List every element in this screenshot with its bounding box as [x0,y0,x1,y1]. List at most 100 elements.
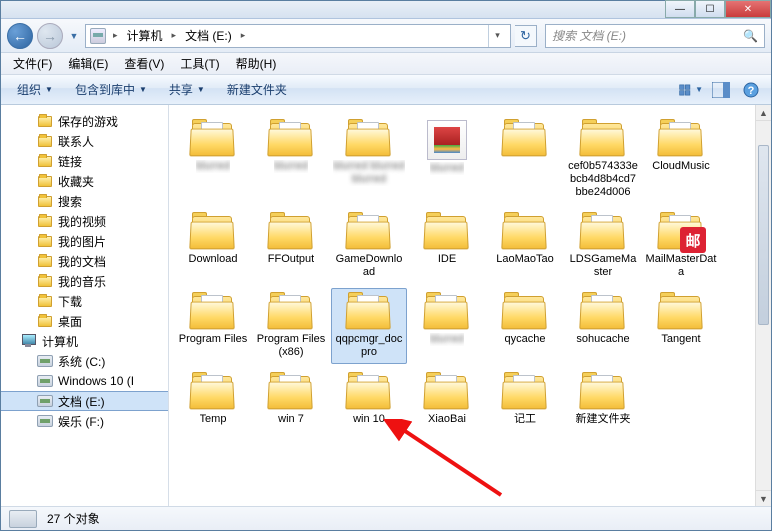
menubar: 文件(F) 编辑(E) 查看(V) 工具(T) 帮助(H) [1,53,771,75]
sidebar-item[interactable]: 我的图片 [1,231,168,251]
item-label: blurred [196,160,230,173]
breadcrumb-computer[interactable]: 计算机 [125,27,165,44]
drive-icon [37,353,53,369]
sidebar-item[interactable]: Windows 10 (I [1,371,168,391]
file-item[interactable]: blurred [175,115,251,204]
menu-view[interactable]: 查看(V) [116,53,172,74]
address-dropdown[interactable]: ▾ [488,25,506,47]
folder-icon [580,120,626,158]
file-item[interactable]: qqpcmgr_docpro [331,288,407,364]
statusbar: 27 个对象 [1,506,771,530]
sidebar-item[interactable]: 搜索 [1,191,168,211]
folder-icon [502,120,548,158]
sidebar-item[interactable]: 保存的游戏 [1,111,168,131]
folder-icon [580,373,626,411]
file-item[interactable]: Temp [175,368,251,431]
item-label: 记工 [514,413,536,426]
file-item[interactable]: 记工 [487,368,563,431]
file-item[interactable]: blurred [409,115,485,204]
sidebar-item[interactable]: 娱乐 (F:) [1,411,168,431]
help-button[interactable]: ? [739,79,763,101]
file-item[interactable]: 邮MailMasterData [643,208,719,284]
file-item[interactable]: qycache [487,288,563,364]
file-item[interactable]: LaoMaoTao [487,208,563,284]
breadcrumb-drive[interactable]: 文档 (E:) [183,27,234,44]
menu-file[interactable]: 文件(F) [5,53,60,74]
item-label: win 10 [353,413,385,426]
item-label: cef0b574333ebcb4d8b4cd7bbe24d006 [567,160,639,199]
folder-icon [502,213,548,251]
search-input[interactable]: 搜索 文档 (E:) 🔍 [545,24,765,48]
file-item[interactable]: FFOutput [253,208,329,284]
folder-icon [346,293,392,331]
file-item[interactable]: 新建文件夹 [565,368,641,431]
folder-icon [37,173,53,189]
view-options-button[interactable]: ▼ [679,79,703,101]
back-button[interactable]: ← [7,23,33,49]
file-item[interactable]: win 10 [331,368,407,431]
file-item[interactable]: Program Files (x86) [253,288,329,364]
maximize-button[interactable]: ☐ [695,0,725,18]
file-item[interactable]: sohucache [565,288,641,364]
item-label: Download [189,253,238,266]
scrollbar-thumb[interactable] [758,145,769,325]
menu-edit[interactable]: 编辑(E) [60,53,116,74]
explorer-window: — ☐ ✕ ← → ▼ ▸ 计算机 ▸ 文档 (E:) ▸ ▾ ↻ 搜索 文档 … [0,0,772,531]
scroll-down-icon[interactable]: ▼ [756,490,771,506]
item-label: sohucache [576,333,629,346]
file-item[interactable]: IDE [409,208,485,284]
file-item[interactable]: LDSGameMaster [565,208,641,284]
sidebar-item[interactable]: 系统 (C:) [1,351,168,371]
minimize-button[interactable]: — [665,0,695,18]
folder-icon [502,373,548,411]
organize-button[interactable]: 组织▼ [9,78,61,101]
sidebar-item[interactable]: 我的视频 [1,211,168,231]
content-pane[interactable]: blurredblurredblurred blurred blurredblu… [169,105,771,506]
close-button[interactable]: ✕ [725,0,771,18]
scroll-up-icon[interactable]: ▲ [756,105,771,121]
sidebar-item-label: 我的图片 [58,233,106,250]
folder-icon [580,293,626,331]
sidebar-item[interactable]: 我的音乐 [1,271,168,291]
file-item[interactable]: cef0b574333ebcb4d8b4cd7bbe24d006 [565,115,641,204]
include-library-button[interactable]: 包含到库中▼ [67,78,155,101]
sidebar-item[interactable]: 收藏夹 [1,171,168,191]
drive-icon [37,373,53,389]
sidebar-item[interactable]: 下载 [1,291,168,311]
refresh-button[interactable]: ↻ [515,25,537,47]
sidebar-item[interactable]: 我的文档 [1,251,168,271]
folder-icon [37,213,53,229]
folder-icon [346,373,392,411]
folder-icon [346,213,392,251]
scrollbar-vertical[interactable]: ▲ ▼ [755,105,771,506]
sidebar-item[interactable]: 文档 (E:) [1,391,168,411]
file-item[interactable]: blurred [409,288,485,364]
nav-row: ← → ▼ ▸ 计算机 ▸ 文档 (E:) ▸ ▾ ↻ 搜索 文档 (E:) 🔍 [1,19,771,53]
file-item[interactable]: Tangent [643,288,719,364]
file-item[interactable]: GameDownload [331,208,407,284]
file-item[interactable]: win 7 [253,368,329,431]
file-item[interactable]: Program Files [175,288,251,364]
item-label: MailMasterData [645,253,717,279]
nav-history-dropdown[interactable]: ▼ [67,26,81,46]
address-bar[interactable]: ▸ 计算机 ▸ 文档 (E:) ▸ ▾ [85,24,511,48]
file-item[interactable]: XiaoBai [409,368,485,431]
menu-tools[interactable]: 工具(T) [172,53,227,74]
menu-help[interactable]: 帮助(H) [228,53,285,74]
folder-icon [658,120,704,158]
sidebar-item[interactable]: 链接 [1,151,168,171]
new-folder-button[interactable]: 新建文件夹 [219,78,295,101]
preview-pane-button[interactable] [709,79,733,101]
sidebar-item[interactable]: 计算机 [1,331,168,351]
sidebar-item[interactable]: 桌面 [1,311,168,331]
file-item[interactable]: CloudMusic [643,115,719,204]
file-item[interactable] [487,115,563,204]
forward-button[interactable]: → [37,23,63,49]
item-label: Program Files (x86) [255,333,327,359]
folder-icon [190,373,236,411]
sidebar-item[interactable]: 联系人 [1,131,168,151]
file-item[interactable]: blurred [253,115,329,204]
share-button[interactable]: 共享▼ [161,78,213,101]
file-item[interactable]: blurred blurred blurred [331,115,407,204]
file-item[interactable]: Download [175,208,251,284]
